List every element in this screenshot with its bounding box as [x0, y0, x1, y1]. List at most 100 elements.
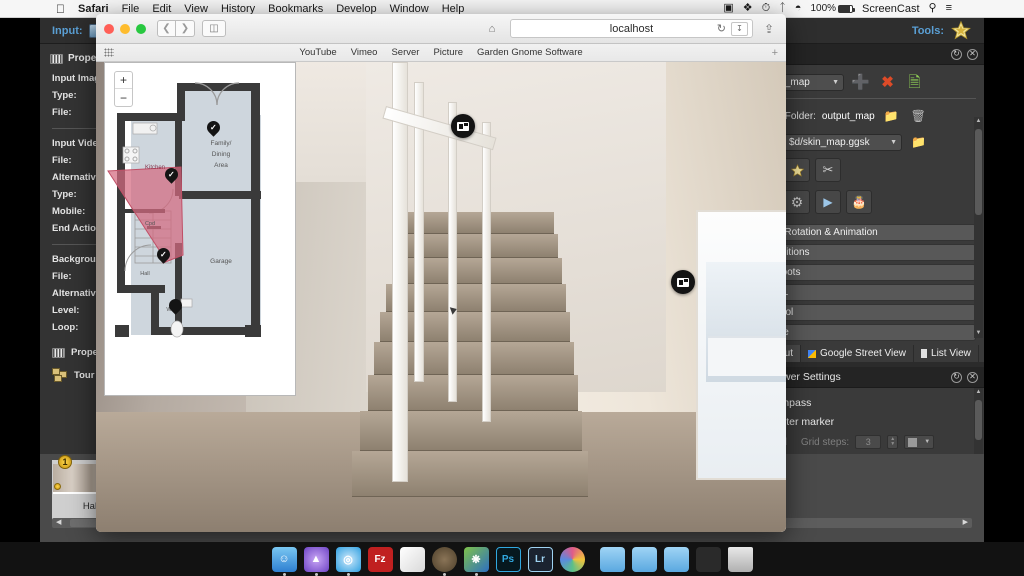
navigation-buttons[interactable]: ❮ ❯	[157, 20, 195, 37]
menu-item-file[interactable]: File	[122, 3, 140, 15]
menu-item-safari[interactable]: Safari	[78, 3, 109, 15]
remove-icon[interactable]: ✖	[877, 72, 898, 92]
battery-icon	[838, 4, 856, 13]
bookmark-garden-gnome-software[interactable]: Garden Gnome Software	[477, 47, 583, 58]
scroll-left-icon[interactable]: ◀	[56, 518, 61, 528]
refresh-icon[interactable]: ↻	[951, 48, 962, 60]
menu-item-help[interactable]: Help	[442, 3, 465, 15]
output-scrollbar[interactable]: ▲ ▼	[974, 117, 983, 338]
reload-icon[interactable]: ↻	[717, 22, 726, 35]
share-icon[interactable]: ⇪	[760, 22, 778, 36]
bookmarks-grid-icon[interactable]	[104, 48, 114, 57]
trash-icon[interactable]	[727, 546, 753, 572]
menu-item-window[interactable]: Window	[390, 3, 429, 15]
bookmark-vimeo[interactable]: Vimeo	[351, 47, 378, 58]
menu-item-screencast[interactable]: ScreenCast	[862, 3, 919, 15]
menu-item-edit[interactable]: Edit	[152, 3, 171, 15]
notes-icon[interactable]	[399, 546, 425, 572]
lightroom-icon[interactable]: Lr	[527, 546, 553, 572]
home-icon[interactable]: ⌂	[481, 20, 503, 37]
menu-item-view[interactable]: View	[184, 3, 208, 15]
properties-icon	[50, 53, 63, 64]
apple-menu-icon[interactable]: 	[56, 3, 65, 15]
safari-icon[interactable]: ◎	[335, 546, 361, 576]
floorplan-pin-hall[interactable]: ✓	[154, 245, 173, 265]
menu-item-develop[interactable]: Develop	[336, 3, 376, 15]
folder-blue-1-icon[interactable]	[599, 546, 625, 572]
download-icon[interactable]: ↧	[731, 21, 748, 36]
finder-icon[interactable]: ☺	[271, 546, 297, 576]
filezilla-icon[interactable]: Fz	[367, 546, 393, 572]
downloads-stack-icon[interactable]	[695, 546, 721, 572]
publish-icon[interactable]: 🎂	[846, 190, 872, 214]
new-tab-button[interactable]: +	[772, 47, 778, 59]
launchpad-icon[interactable]: ▲	[303, 546, 329, 576]
skin-editor-star-icon[interactable]	[950, 20, 972, 41]
dropbox-icon[interactable]: ❖	[743, 3, 753, 14]
sidebar-icon[interactable]: ◫	[202, 20, 226, 37]
grid-color-select[interactable]: ▼	[904, 435, 935, 449]
scroll-right-icon[interactable]: ▶	[963, 518, 968, 528]
floorplan-zoom-controls[interactable]: + −	[114, 71, 133, 107]
close-icon[interactable]: ✕	[967, 48, 978, 60]
window-traffic-lights[interactable]	[104, 23, 146, 34]
tab-list-view[interactable]: List View	[914, 345, 979, 362]
panorama-viewer[interactable]: + − Family/ Dining Area Kitchen Cpd Gara…	[96, 62, 786, 532]
photos-icon[interactable]	[559, 546, 585, 572]
address-bar[interactable]: localhost ↻ ↧	[510, 19, 753, 38]
floorplan-pin-wc[interactable]	[166, 296, 185, 316]
floorplan-zoom-in-button[interactable]: +	[115, 72, 132, 89]
chevron-down-icon: ▼	[924, 439, 931, 445]
tab-google-street-view[interactable]: Google Street View	[801, 345, 915, 362]
notification-center-icon[interactable]: ≡	[946, 3, 952, 14]
grid-color-swatch	[908, 437, 918, 447]
pano2vr-icon[interactable]	[431, 546, 457, 576]
screen-record-icon[interactable]: ▣	[723, 3, 733, 14]
bluetooth-icon[interactable]: ᛏ	[779, 3, 786, 14]
bookmark-server[interactable]: Server	[391, 47, 419, 58]
floorplan-pin-dining[interactable]: ✓	[204, 118, 223, 138]
skin-editor-icon[interactable]	[784, 158, 810, 182]
back-icon[interactable]: ❮	[157, 20, 176, 37]
menu-item-bookmarks[interactable]: Bookmarks	[268, 3, 323, 15]
add-icon[interactable]: ➕	[850, 72, 871, 92]
settings-gear-icon[interactable]: ⚙	[784, 190, 810, 214]
refresh-icon[interactable]: ↻	[951, 371, 962, 383]
tools-icon[interactable]: ✂	[815, 158, 841, 182]
hotspot-marker-landing[interactable]	[451, 114, 475, 138]
close-icon[interactable]: ✕	[967, 371, 978, 383]
scroll-thumb[interactable]	[975, 129, 982, 215]
duplicate-icon[interactable]: 🗎	[904, 72, 925, 92]
floorplan-pin-kitchen[interactable]: ✓	[162, 165, 181, 185]
scroll-down-icon[interactable]: ▼	[974, 329, 983, 338]
menu-item-history[interactable]: History	[221, 3, 255, 15]
grid-steps-input[interactable]: 3	[855, 435, 882, 449]
bookmark-picture[interactable]: Picture	[433, 47, 463, 58]
trash-icon[interactable]: 🗑	[908, 106, 929, 126]
minimize-window-button[interactable]	[120, 23, 130, 34]
folder-blue-2-icon[interactable]	[631, 546, 657, 572]
skin-select[interactable]: $d/skin_map.ggsk ▼	[784, 133, 902, 151]
wifi-icon[interactable]: ◓	[795, 3, 802, 14]
folder-icon[interactable]: 📁	[881, 106, 902, 126]
floorplan-overlay[interactable]: + − Family/ Dining Area Kitchen Cpd Gara…	[104, 62, 296, 396]
hotspot-marker-kitchen[interactable]	[671, 270, 695, 294]
close-window-button[interactable]	[104, 23, 114, 34]
forward-icon[interactable]: ❯	[176, 20, 195, 37]
zoom-window-button[interactable]	[136, 23, 146, 34]
scroll-up-icon[interactable]: ▲	[974, 388, 983, 397]
photoshop-icon[interactable]: Ps	[495, 546, 521, 572]
gimp-icon[interactable]: ❋	[463, 546, 489, 576]
preview-monitor-icon[interactable]: ▶	[815, 190, 841, 214]
time-machine-icon[interactable]: ⏱	[762, 3, 771, 14]
scroll-thumb[interactable]	[975, 400, 982, 440]
folder-blue-3-icon[interactable]	[663, 546, 689, 572]
scroll-up-icon[interactable]: ▲	[974, 117, 983, 126]
grid-steps-stepper[interactable]: ▲ ▼	[887, 435, 899, 449]
url-text: localhost	[609, 22, 654, 35]
bookmark-youtube[interactable]: YouTube	[299, 47, 336, 58]
search-icon[interactable]: ⚲	[929, 3, 937, 14]
skin-folder-icon[interactable]: 📁	[908, 132, 929, 152]
floorplan-zoom-out-button[interactable]: −	[115, 89, 132, 106]
battery-status[interactable]: 100%	[810, 3, 856, 14]
